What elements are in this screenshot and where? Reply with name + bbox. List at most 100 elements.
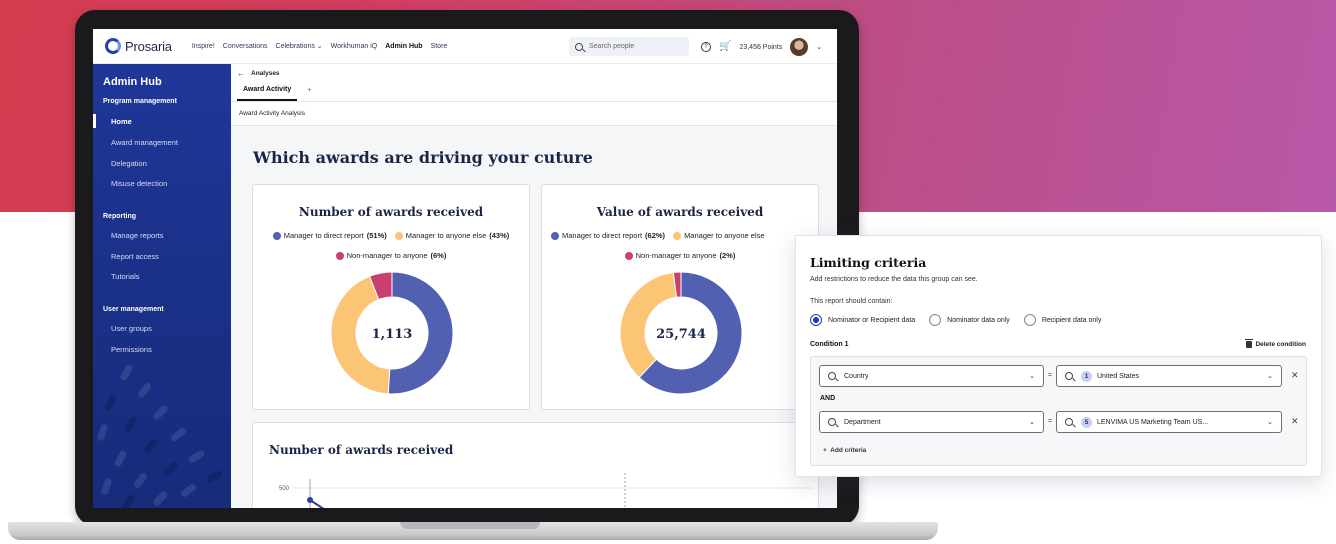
points-balance: 23,456 Points <box>739 43 783 51</box>
sidebar-item-manage-reports[interactable]: Manage reports <box>111 231 164 240</box>
field-select-department[interactable]: Department ⌄ <box>819 411 1044 433</box>
plus-icon: + <box>823 447 827 454</box>
data-point <box>307 497 313 503</box>
search-placeholder: Search people <box>589 43 635 50</box>
search-icon <box>828 418 836 426</box>
legend-item: Manager to direct report (62%) <box>551 231 665 240</box>
nav-link-workhuman-iq[interactable]: Workhuman iQ <box>331 43 378 50</box>
search-icon <box>828 372 836 380</box>
field-select-country[interactable]: Country ⌄ <box>819 365 1044 387</box>
radio-recipient-only[interactable]: Recipient data only <box>1023 314 1102 326</box>
radio-label: Nominator data only <box>947 316 1010 324</box>
radio-icon <box>929 314 942 326</box>
legend-label: Manager to direct report <box>562 231 643 240</box>
chart-legend: Manager to direct report (62%) Manager t… <box>542 231 818 240</box>
value-select-department[interactable]: 5 LENVIMA US Marketing Team US... ⌄ <box>1056 411 1282 433</box>
sidebar-item-tutorials[interactable]: Tutorials <box>111 272 139 281</box>
donut-chart: 25,744 <box>619 271 743 395</box>
sidebar: Admin Hub Program management Home Award … <box>93 64 231 508</box>
legend-label: Non-manager to anyone <box>346 251 428 260</box>
legend-dot <box>673 231 682 240</box>
sidebar-item-report-access[interactable]: Report access <box>111 252 159 261</box>
legend-pct: (51%) <box>366 231 387 240</box>
chevron-down-icon: ⌄ <box>1029 373 1035 380</box>
sidebar-item-home[interactable]: Home <box>111 117 132 126</box>
pattern-dash <box>96 423 109 442</box>
legend-label: Non-manager to anyone <box>635 251 717 260</box>
chevron-down-icon: ⌄ <box>316 43 323 50</box>
avatar[interactable] <box>790 38 809 56</box>
pattern-dash <box>122 415 139 434</box>
nav-link-conversations[interactable]: Conversations <box>223 43 268 50</box>
top-nav: Prosaria Inspire! Conversations Celebrat… <box>93 29 837 64</box>
contain-label: This report should contain: <box>810 298 893 305</box>
value-select-country[interactable]: 1 United States ⌄ <box>1056 365 1282 387</box>
donut-chart: 1,113 <box>330 271 454 395</box>
search-icon <box>1065 372 1073 380</box>
remove-criteria-button[interactable]: ✕ <box>1291 370 1299 381</box>
data-scope-radio-group: Nominator or Recipient data Nominator da… <box>810 314 1101 326</box>
chart-legend: Manager to direct report (51%) Manager t… <box>253 231 529 240</box>
remove-criteria-button[interactable]: ✕ <box>1291 416 1299 427</box>
pattern-dash <box>119 363 134 382</box>
logo[interactable]: Prosaria <box>105 38 172 54</box>
chevron-down-icon: ⌄ <box>1267 419 1273 426</box>
equals-operator: = <box>1048 372 1053 379</box>
sidebar-section-program: Program management <box>103 98 177 105</box>
legend-dot <box>551 231 559 240</box>
y-tick-label: 500 <box>279 486 290 492</box>
field-value: Country <box>844 372 869 380</box>
tab-award-activity[interactable]: Award Activity <box>237 86 298 101</box>
sidebar-item-user-groups[interactable]: User groups <box>111 324 152 333</box>
pattern-dash <box>161 460 180 477</box>
delete-condition-button[interactable]: Delete condition <box>1245 339 1306 348</box>
search-icon <box>1065 418 1073 426</box>
nav-links: Inspire! Conversations Celebrations ⌄ Wo… <box>192 42 448 51</box>
sidebar-item-award-management[interactable]: Award management <box>111 138 178 147</box>
nav-link-inspire[interactable]: Inspire! <box>192 43 215 50</box>
add-criteria-button[interactable]: + Add criteria <box>823 447 866 454</box>
sidebar-item-misuse-detection[interactable]: Misuse detection <box>111 179 167 188</box>
breadcrumb-analyses[interactable]: Analyses <box>251 70 280 77</box>
search-input[interactable]: Search people <box>569 37 689 56</box>
help-icon[interactable]: ? <box>701 42 711 52</box>
pattern-dash <box>142 437 159 456</box>
chart-card-number: Number of awards received Manager to dir… <box>252 184 530 410</box>
radio-label: Recipient data only <box>1041 316 1102 324</box>
chevron-down-icon[interactable]: ⌄ <box>816 43 822 51</box>
pattern-dash <box>103 393 118 412</box>
pattern-dash <box>113 449 128 468</box>
tab-bar: Award Activity + <box>231 82 837 102</box>
series-line <box>309 499 325 508</box>
condition-header: Condition 1 Delete condition <box>810 339 1306 348</box>
pattern-dash <box>100 477 113 496</box>
radio-nominator-only[interactable]: Nominator data only <box>929 314 1010 326</box>
laptop-notch <box>400 522 540 529</box>
legend-item: Non-manager to anyone (6%) <box>335 251 447 260</box>
nav-link-store[interactable]: Store <box>431 43 448 50</box>
sidebar-section-user-management: User management <box>103 306 164 313</box>
nav-link-admin-hub[interactable]: Admin Hub <box>385 43 422 50</box>
donut-slice[interactable] <box>619 271 678 379</box>
add-tab-button[interactable]: + <box>297 87 321 101</box>
panel-title: Limiting criteria <box>810 255 927 270</box>
nav-link-celebrations[interactable]: Celebrations ⌄ <box>276 42 323 50</box>
legend-item: Manager to anyone else (43%) <box>394 231 509 240</box>
search-icon <box>575 42 583 51</box>
cart-icon[interactable]: 🛒 <box>719 42 731 52</box>
sidebar-item-permissions[interactable]: Permissions <box>111 345 152 354</box>
limiting-criteria-panel: Limiting criteria Add restrictions to re… <box>795 235 1322 477</box>
legend-item: Manager to direct report (51%) <box>272 231 387 240</box>
radio-nominator-or-recipient[interactable]: Nominator or Recipient data <box>810 314 915 326</box>
delete-condition-label: Delete condition <box>1255 341 1306 348</box>
legend-pct: (6%) <box>430 251 447 260</box>
back-arrow-icon[interactable]: ← <box>237 69 245 78</box>
pattern-dash <box>136 381 153 400</box>
count-badge: 5 <box>1081 416 1092 428</box>
legend-pct: (2%) <box>719 251 736 260</box>
field-value: Department <box>844 418 881 426</box>
sidebar-item-delegation[interactable]: Delegation <box>111 159 147 168</box>
radio-icon <box>1023 314 1036 326</box>
selected-value: United States <box>1097 372 1140 380</box>
radio-label: Nominator or Recipient data <box>828 316 916 324</box>
